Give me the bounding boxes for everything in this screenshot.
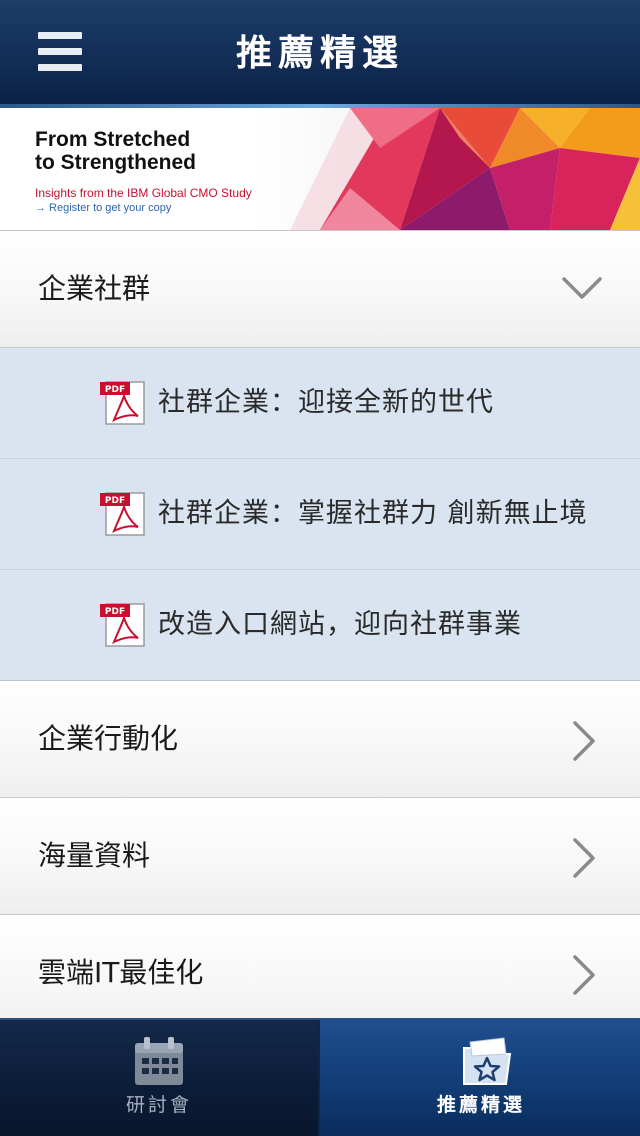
page-title: 推薦精選: [235, 33, 404, 74]
chevron-right-icon: [573, 838, 595, 878]
tab-label: 研討會: [125, 1094, 192, 1116]
list-item-document[interactable]: PDF 改造入口網站，迎向社群事業: [0, 570, 640, 680]
category-label: 雲端IT最佳化: [38, 956, 204, 989]
list-item-document[interactable]: PDF 社群企業：掌握社群力 創新無止境: [0, 459, 640, 570]
calendar-icon: [135, 1037, 183, 1085]
category-label: 企業行動化: [38, 722, 179, 755]
tab-label: 推薦精選: [436, 1094, 525, 1116]
polygon-art-graphic: [290, 108, 640, 230]
pdf-icon-label: PDF: [105, 385, 125, 395]
bottom-tab-bar: 研討會 推薦精選: [0, 1018, 640, 1136]
chevron-right-icon: [573, 955, 595, 995]
category-row-enterprise-social[interactable]: 企業社群: [0, 231, 640, 348]
banner-headline: From Stretched to Strengthened: [35, 128, 295, 174]
category-row-cloud-it[interactable]: 雲端IT最佳化: [0, 915, 640, 1032]
category-row-big-data[interactable]: 海量資料: [0, 798, 640, 915]
screen: 推薦精選 From Stretched to Strengthened Insi…: [0, 0, 640, 1136]
category-label: 企業社群: [38, 272, 151, 305]
pdf-icon-label: PDF: [105, 607, 125, 617]
star-folder-icon: [463, 1037, 512, 1085]
category-row-enterprise-mobile[interactable]: 企業行動化: [0, 681, 640, 798]
banner-headline-line1: From Stretched: [35, 128, 191, 151]
pdf-file-icon: PDF: [100, 492, 145, 536]
document-title: 改造入口網站，迎向社群事業: [158, 609, 522, 640]
document-title: 社群企業：迎接全新的世代: [158, 387, 494, 418]
banner-headline-line2: to Strengthened: [35, 151, 196, 174]
document-title: 社群企業：掌握社群力 創新無止境: [158, 498, 588, 529]
pdf-file-icon: PDF: [100, 603, 145, 647]
banner-register-link[interactable]: → Register to get your copy: [35, 201, 171, 215]
category-label: 海量資料: [38, 839, 151, 872]
banner-subtitle: Insights from the IBM Global CMO Study: [35, 186, 252, 200]
list-item-document[interactable]: PDF 社群企業：迎接全新的世代: [0, 348, 640, 459]
tab-featured[interactable]: 推薦精選: [318, 1020, 640, 1136]
pdf-file-icon: PDF: [100, 381, 145, 425]
hamburger-menu-icon[interactable]: [38, 30, 84, 74]
chevron-down-icon: [562, 277, 602, 299]
document-list: PDF 社群企業：迎接全新的世代 PDF 社群企業：掌握社群力 創新無止境 PD…: [0, 348, 640, 681]
pdf-icon-label: PDF: [105, 496, 125, 506]
header-bar: 推薦精選: [0, 0, 640, 108]
promo-banner[interactable]: From Stretched to Strengthened Insights …: [0, 108, 640, 232]
tab-seminar[interactable]: 研討會: [0, 1020, 318, 1136]
chevron-right-icon: [573, 721, 595, 761]
